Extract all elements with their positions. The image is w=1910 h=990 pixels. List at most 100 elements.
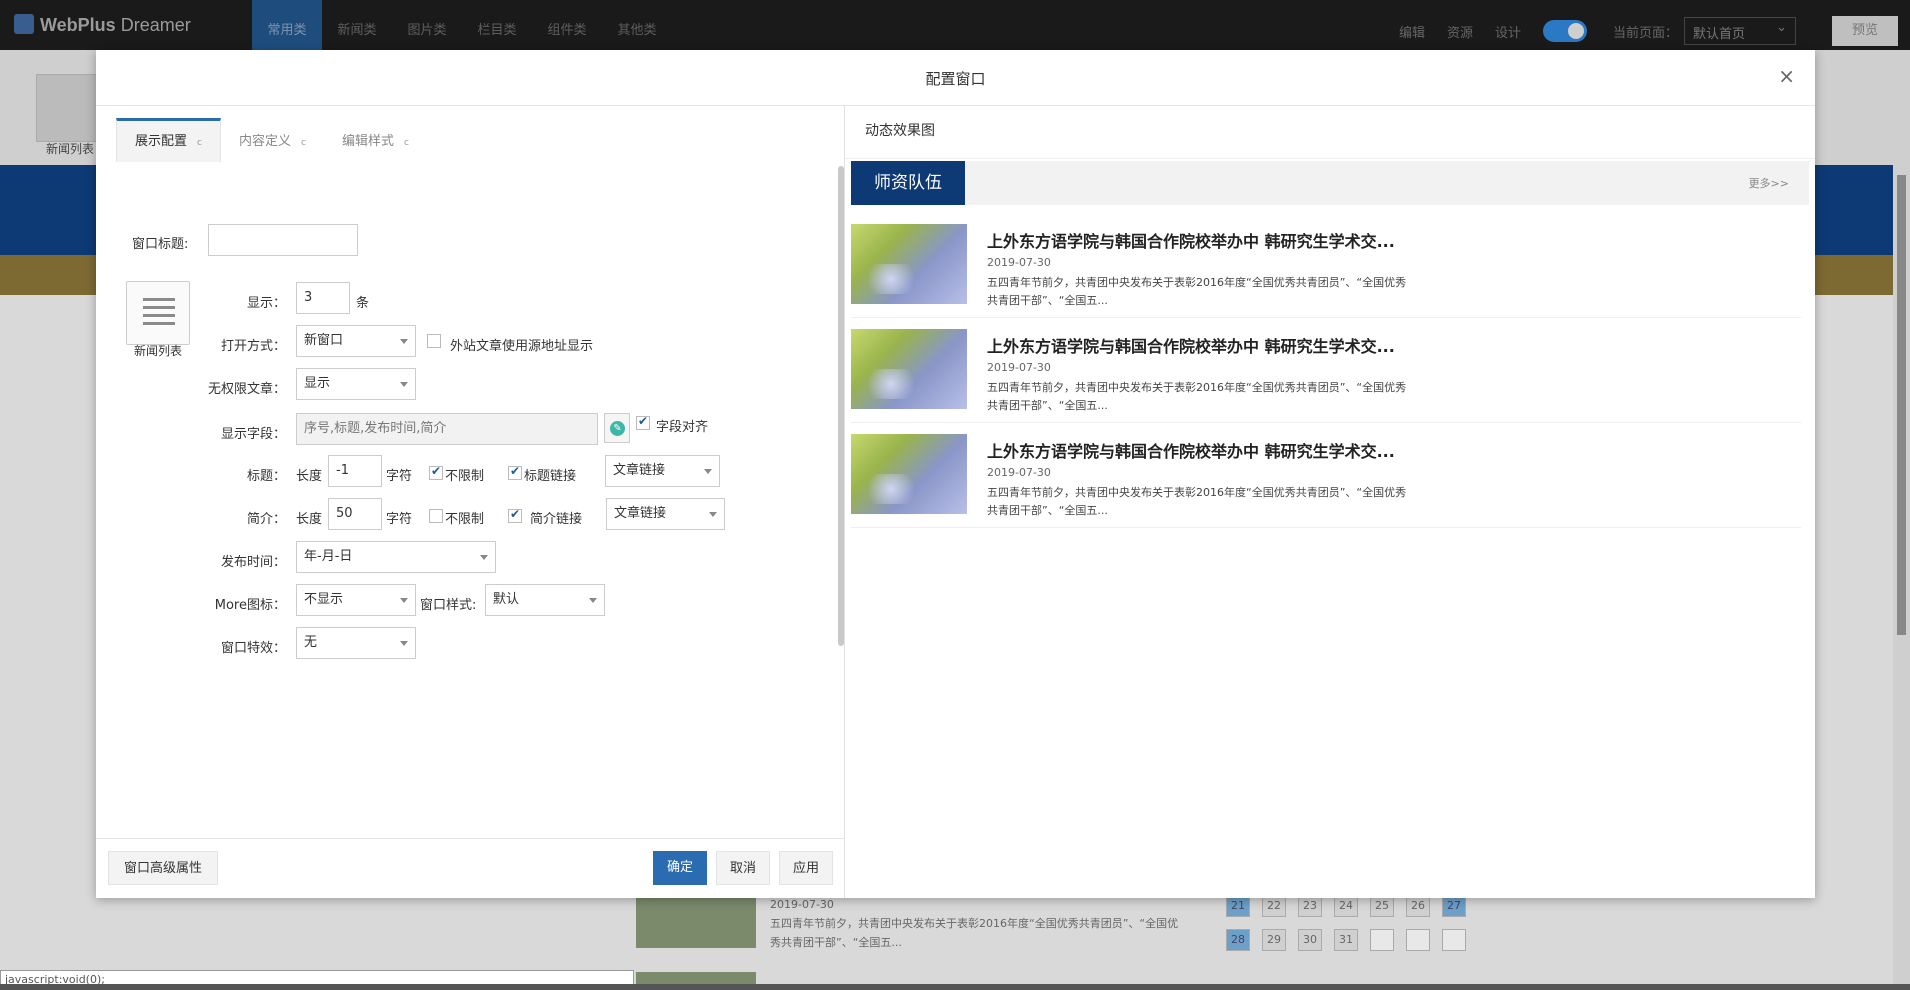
form-scrollbar[interactable] [838, 166, 844, 646]
calendar-day[interactable]: 23 [1298, 895, 1322, 917]
calendar-day[interactable]: 24 [1334, 895, 1358, 917]
calendar-day[interactable]: 25 [1370, 895, 1394, 917]
calendar-day[interactable] [1406, 929, 1430, 951]
pubdate-label: 发布时间： [220, 555, 286, 570]
news-block-title: 师资队伍 [851, 161, 965, 205]
edit-fields-button[interactable]: ✎ [604, 413, 630, 443]
tab-edit-style[interactable]: 编辑样式 c [324, 118, 427, 162]
title-unlimited-label: 不限制 [445, 469, 485, 484]
dialog-footer: 窗口高级属性 确定 取消 应用 [96, 838, 845, 898]
summary-link-checkbox[interactable] [508, 507, 522, 523]
config-form-pane: 展示配置 c 内容定义 c 编辑样式 c 窗口标题: 新闻列表 显示： 3 条 打开方… [96, 106, 845, 898]
more-link[interactable]: 更多>> [1749, 175, 1789, 191]
window-style-label: 窗口样式: [420, 598, 477, 613]
open-mode-select[interactable]: 新窗口 [296, 325, 416, 357]
close-icon[interactable]: × [1778, 66, 1795, 86]
current-page-label: 当前页面： [1612, 25, 1678, 41]
summary-link-type-select[interactable]: 文章链接 [606, 498, 725, 530]
tab-display-config[interactable]: 展示配置 c [116, 118, 221, 162]
window-effect-label: 窗口特效： [220, 641, 286, 656]
news-date: 2019-07-30 [987, 361, 1051, 374]
no-permission-select[interactable]: 显示 [296, 368, 416, 400]
config-dialog: 配置窗口 × 展示配置 c 内容定义 c 编辑样式 c 窗口标题: 新闻列表 显示： … [96, 50, 1815, 898]
advanced-properties-button[interactable]: 窗口高级属性 [108, 851, 218, 885]
title-link-checkbox[interactable] [508, 464, 522, 480]
news-title[interactable]: 上外东方语学院与韩国合作院校举办中 韩研究生学术交... [987, 438, 1395, 462]
bg-calendar: 21 22 23 24 25 26 27 28 29 30 31 [1226, 895, 1466, 951]
calendar-day[interactable]: 27 [1442, 895, 1466, 917]
design-link[interactable]: 设计 [1495, 10, 1521, 41]
calendar-day[interactable]: 28 [1226, 929, 1250, 951]
news-summary: 五四青年节前夕，共青团中央发布关于表彰2016年度“全国优秀共青团员”、“全国优… [987, 381, 1407, 412]
window-title-input[interactable] [208, 224, 358, 256]
nav-tab-images[interactable]: 图片类 [392, 0, 462, 50]
nav-tab-columns[interactable]: 栏目类 [462, 0, 532, 50]
summary-length-input[interactable]: 50 [328, 498, 382, 530]
logo-icon [14, 14, 34, 34]
display-fields-input[interactable]: 序号,标题,发布时间,简介 [296, 413, 598, 445]
calendar-day[interactable]: 26 [1406, 895, 1430, 917]
summary-length-label: 长度 [296, 512, 323, 527]
calendar-day[interactable] [1442, 929, 1466, 951]
os-taskbar [0, 984, 1910, 990]
calendar-day[interactable]: 21 [1226, 895, 1250, 917]
refresh-icon: c [300, 138, 306, 148]
category-nav: 常用类 新闻类 图片类 栏目类 组件类 其他类 [252, 0, 672, 50]
calendar-day[interactable]: 22 [1262, 895, 1286, 917]
apply-button[interactable]: 应用 [779, 851, 833, 885]
news-date: 2019-07-30 [987, 256, 1051, 269]
news-item[interactable]: 上外东方语学院与韩国合作院校举办中 韩研究生学术交... 2019-07-30 … [851, 214, 1801, 318]
news-summary: 五四青年节前夕，共青团中央发布关于表彰2016年度“全国优秀共青团员”、“全国优… [987, 486, 1407, 517]
more-icon-select[interactable]: 不显示 [296, 584, 416, 616]
calendar-day[interactable] [1370, 929, 1394, 951]
news-block-header: 师资队伍 更多>> [851, 161, 1809, 205]
title-length-label: 长度 [296, 469, 323, 484]
preview-button[interactable]: 预览 [1832, 16, 1898, 46]
bg-news-text: 2019-07-30 五四青年节前夕，共青团中央发布关于表彰2016年度“全国优… [770, 895, 1180, 952]
dialog-header: 配置窗口 × [96, 50, 1815, 106]
calendar-day[interactable]: 31 [1334, 929, 1358, 951]
title-link-type-select[interactable]: 文章链接 [605, 455, 720, 487]
nav-tab-components[interactable]: 组件类 [532, 0, 602, 50]
bg-news-summary: 五四青年节前夕，共青团中央发布关于表彰2016年度“全国优秀共青团员”、“全国优… [770, 917, 1179, 949]
window-effect-select[interactable]: 无 [296, 627, 416, 659]
title-unlimited-checkbox[interactable] [429, 464, 443, 480]
bg-news-thumb [636, 898, 756, 948]
calendar-day[interactable]: 29 [1262, 929, 1286, 951]
page-scrollbar[interactable] [1893, 165, 1910, 990]
show-count-input[interactable]: 3 [296, 282, 350, 314]
summary-unlimited-checkbox[interactable] [429, 509, 443, 523]
window-style-select[interactable]: 默认 [485, 584, 605, 616]
nav-tab-news[interactable]: 新闻类 [322, 0, 392, 50]
pubdate-format-select[interactable]: 年-月-日 [296, 541, 496, 573]
news-item[interactable]: 上外东方语学院与韩国合作院校举办中 韩研究生学术交... 2019-07-30 … [851, 424, 1801, 528]
external-source-label: 外站文章使用源地址显示 [450, 339, 594, 354]
news-list-tool-label: 新闻列表 [46, 142, 95, 156]
news-title[interactable]: 上外东方语学院与韩国合作院校举办中 韩研究生学术交... [987, 228, 1395, 252]
news-thumbnail [851, 329, 967, 409]
external-source-checkbox[interactable] [427, 334, 441, 348]
refresh-icon: c [403, 138, 409, 148]
calendar-day[interactable]: 30 [1298, 929, 1322, 951]
view-mode-toggle[interactable] [1542, 20, 1587, 42]
tab-content-definition[interactable]: 内容定义 c [221, 118, 324, 162]
nav-tab-other[interactable]: 其他类 [602, 0, 672, 50]
news-list-widget-icon [126, 281, 190, 345]
ok-button[interactable]: 确定 [653, 851, 707, 885]
news-title[interactable]: 上外东方语学院与韩国合作院校举办中 韩研究生学术交... [987, 333, 1395, 357]
news-item[interactable]: 上外东方语学院与韩国合作院校举办中 韩研究生学术交... 2019-07-30 … [851, 319, 1801, 423]
preview-title: 动态效果图 [865, 123, 935, 139]
nav-tab-common[interactable]: 常用类 [252, 0, 322, 50]
cancel-button[interactable]: 取消 [716, 851, 770, 885]
refresh-icon: c [197, 138, 202, 148]
title-link-label: 标题链接 [524, 469, 577, 484]
news-list-tool[interactable] [36, 74, 104, 142]
current-page-select[interactable]: 默认首页 [1684, 17, 1796, 45]
resources-link[interactable]: 资源 [1447, 10, 1473, 41]
app-logo[interactable]: WebPlus Dreamer [14, 14, 191, 36]
field-align-checkbox[interactable] [636, 414, 650, 430]
edit-link[interactable]: 编辑 [1399, 10, 1425, 41]
summary-char-label: 字符 [386, 512, 413, 527]
title-length-input[interactable]: -1 [328, 455, 382, 487]
title-row-label: 标题： [246, 469, 286, 484]
